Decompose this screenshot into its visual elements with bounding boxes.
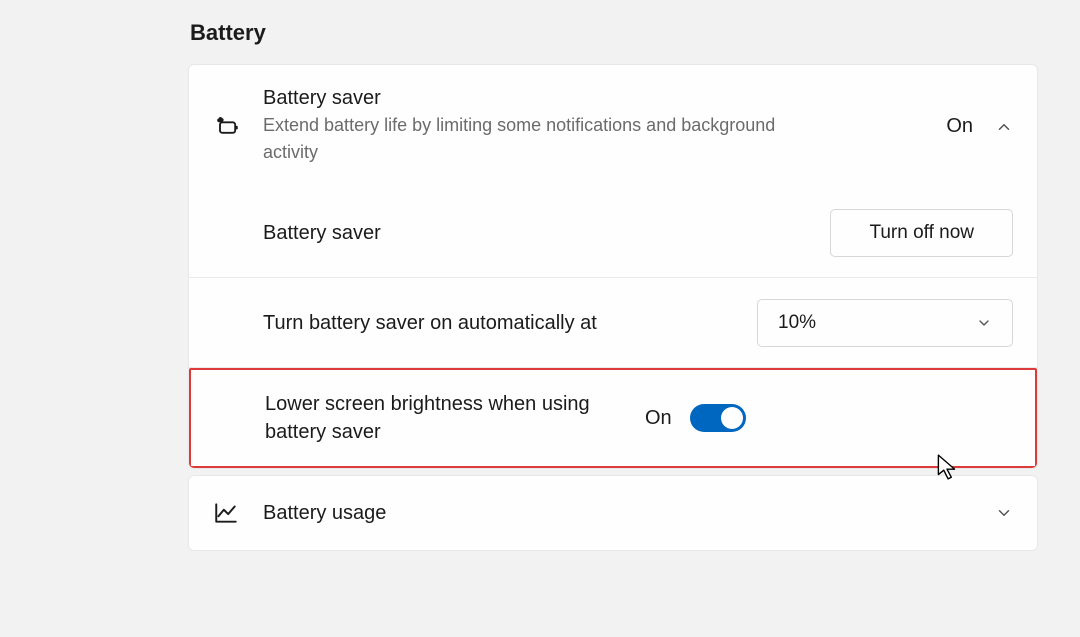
section-title: Battery — [188, 20, 1038, 46]
brightness-label: Lower screen brightness when using batte… — [265, 390, 645, 446]
battery-usage-panel[interactable]: Battery usage — [188, 475, 1038, 551]
chevron-down-icon — [995, 504, 1013, 522]
brightness-toggle[interactable] — [690, 404, 746, 432]
chevron-down-icon — [976, 315, 992, 331]
battery-saver-panel: Battery saver Extend battery life by lim… — [188, 64, 1038, 469]
auto-threshold-label: Turn battery saver on automatically at — [263, 309, 757, 337]
battery-saver-icon — [213, 113, 263, 141]
auto-threshold-select[interactable]: 10% — [757, 299, 1013, 347]
chevron-up-icon — [995, 118, 1013, 136]
auto-threshold-row: Turn battery saver on automatically at 1… — [189, 278, 1037, 368]
brightness-row: Lower screen brightness when using batte… — [191, 370, 1035, 466]
battery-saver-title: Battery saver — [263, 87, 946, 110]
chart-icon — [213, 500, 263, 526]
turn-off-now-button[interactable]: Turn off now — [830, 209, 1013, 257]
brightness-state: On — [645, 407, 672, 430]
battery-saver-state: On — [946, 115, 973, 138]
battery-saver-subtitle: Extend battery life by limiting some not… — [263, 112, 803, 166]
toggle-thumb — [721, 407, 743, 429]
battery-saver-sub-label: Battery saver — [263, 219, 830, 247]
battery-saver-header[interactable]: Battery saver Extend battery life by lim… — [189, 65, 1037, 188]
battery-saver-toggle-row: Battery saver Turn off now — [189, 188, 1037, 278]
auto-threshold-value: 10% — [778, 312, 816, 334]
highlight-box: Lower screen brightness when using batte… — [189, 368, 1037, 468]
battery-usage-label: Battery usage — [263, 502, 995, 525]
